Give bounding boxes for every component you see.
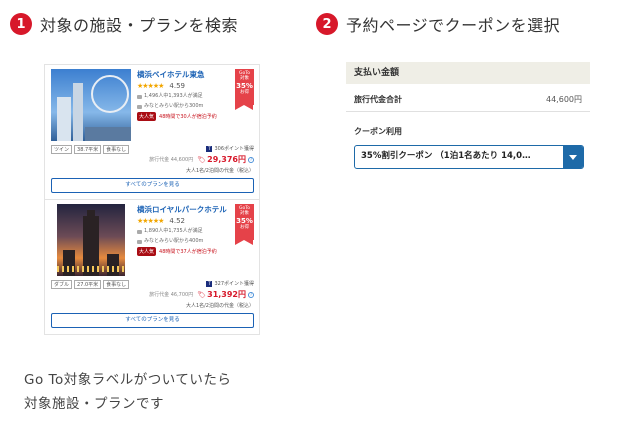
t-point-icon: T (206, 280, 213, 287)
price-note: 大人1名/2泊間の代金（税込） (185, 168, 254, 174)
hotel-search-results: 横浜ベイホテル東急 ★★★★★ 4.59 1,496人中1,393人が満足 みな… (44, 64, 260, 335)
step-2-header: 2 予約ページでクーポンを選択 (316, 12, 560, 36)
goto-label: GoTo 対象 35% お得 (235, 204, 254, 245)
view-all-plans-button[interactable]: すべてのプランを見る (51, 178, 254, 193)
rating-score: 4.59 (169, 82, 185, 90)
review-count: 1,496人中1,393人が満足 (137, 93, 232, 100)
location-pin-icon (137, 239, 142, 244)
caption: Go To対象ラベルがついていたら 対象施設・プランです (24, 368, 231, 416)
total-row: 旅行代金合計 44,600円 (346, 84, 590, 112)
hotel-card[interactable]: 横浜ベイホテル東急 ★★★★★ 4.59 1,496人中1,393人が満足 みな… (45, 65, 259, 200)
rating: ★★★★★ 4.52 (137, 217, 232, 225)
plan-tags: ダブル 27.0平米 食事なし (51, 280, 130, 309)
star-rating-icon: ★★★★★ (137, 82, 164, 90)
step-number-badge: 1 (10, 13, 32, 35)
total-value: 44,600円 (546, 95, 582, 104)
payment-panel: 支払い金額 旅行代金合計 44,600円 クーポン利用 35%割引クーポン （1… (346, 62, 590, 169)
coupon-selected-value[interactable]: 35%割引クーポン （1泊1名あたり 14,0… (355, 146, 563, 168)
original-price: 旅行代金 46,700円 (149, 292, 194, 298)
popular-badge: 大人気 (137, 247, 157, 256)
meal-tag: 食事なし (103, 280, 130, 289)
star-rating-icon: ★★★★★ (137, 217, 164, 225)
t-point-icon: T (206, 145, 213, 152)
hotel-photo[interactable] (51, 69, 131, 141)
meal-tag: 食事なし (103, 145, 130, 154)
help-icon[interactable]: ? (248, 156, 254, 163)
rating-score: 4.52 (169, 217, 185, 225)
step-1-header: 1 対象の施設・プランを検索 (10, 12, 238, 36)
coupon-select[interactable]: 35%割引クーポン （1泊1名あたり 14,0… (354, 145, 584, 169)
room-type-tag: ツイン (51, 145, 73, 154)
step-title: 予約ページでクーポンを選択 (346, 16, 561, 35)
hotel-photo[interactable] (57, 204, 125, 276)
booking-activity-text: 48時間で37人が宿泊予約 (159, 249, 217, 255)
coupon-icon: 🏷 (197, 155, 207, 164)
comment-icon (137, 94, 142, 99)
step-title: 対象の施設・プランを検索 (40, 16, 239, 35)
goto-label: GoTo 対象 35% お得 (235, 69, 254, 110)
caption-line: Go To対象ラベルがついていたら (24, 372, 232, 388)
points-earned: T 327ポイント獲得 (206, 280, 254, 287)
chevron-down-icon[interactable] (563, 146, 583, 168)
view-all-plans-button[interactable]: すべてのプランを見る (51, 313, 254, 328)
caption-line: 対象施設・プランです (24, 396, 164, 412)
room-size-tag: 38.7平米 (74, 145, 102, 154)
original-price: 旅行代金 44,600円 (149, 157, 194, 163)
location-pin-icon (137, 104, 142, 109)
access-info: みなとみらい駅から400m (137, 238, 232, 245)
payment-header: 支払い金額 (346, 62, 590, 84)
coupon-icon: 🏷 (197, 290, 207, 299)
help-icon[interactable]: ? (248, 291, 254, 298)
review-count: 1,890人中1,735人が満足 (137, 228, 232, 235)
access-info: みなとみらい駅から300m (137, 103, 232, 110)
step-number-badge: 2 (316, 13, 338, 35)
price-note: 大人1名/2泊間の代金（税込） (185, 303, 254, 309)
comment-icon (137, 229, 142, 234)
coupon-label: クーポン利用 (354, 127, 402, 136)
room-type-tag: ダブル (51, 280, 73, 289)
hotel-name-link[interactable]: 横浜ベイホテル東急 (137, 69, 232, 80)
discounted-price: 29,376円 (207, 155, 246, 164)
plan-tags: ツイン 38.7平米 食事なし (51, 145, 130, 174)
hotel-card[interactable]: 横浜ロイヤルパークホテル ★★★★★ 4.52 1,890人中1,735人が満足… (45, 200, 259, 334)
hotel-name-link[interactable]: 横浜ロイヤルパークホテル (137, 204, 232, 215)
popular-badge: 大人気 (137, 112, 157, 121)
total-label: 旅行代金合計 (354, 95, 402, 104)
booking-activity-text: 48時間で30人が宿泊予約 (159, 114, 217, 120)
discounted-price: 31,392円 (207, 290, 246, 299)
room-size-tag: 27.0平米 (74, 280, 102, 289)
points-earned: T 306ポイント獲得 (206, 145, 254, 152)
rating: ★★★★★ 4.59 (137, 82, 232, 90)
